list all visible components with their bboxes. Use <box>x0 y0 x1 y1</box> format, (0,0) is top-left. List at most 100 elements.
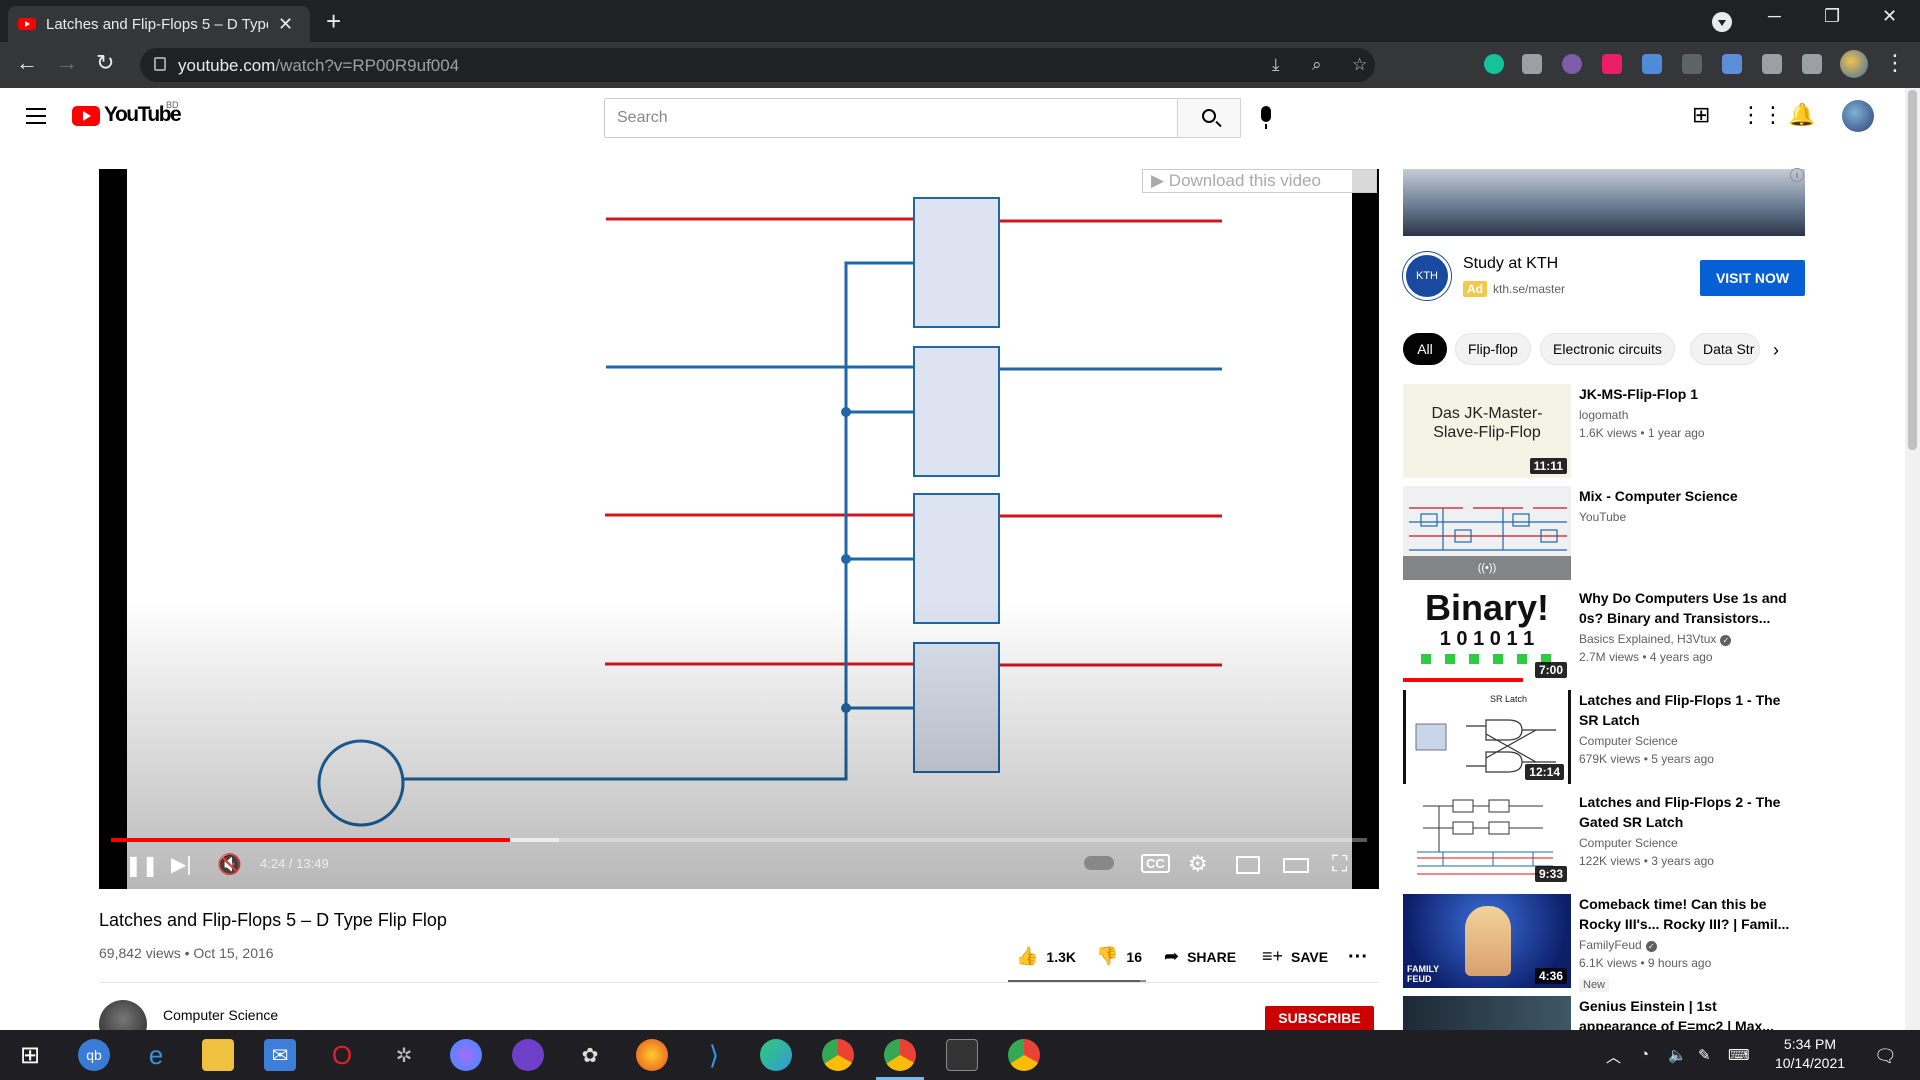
video-player[interactable]: ▶ Download this video ❚❚ ▶| 🔇 4:24 / 13:… <box>99 169 1379 889</box>
volume-icon[interactable]: 🔈 <box>1668 1046 1687 1064</box>
reading-list-icon[interactable] <box>1802 54 1822 74</box>
download-extension-icon[interactable] <box>1642 54 1662 74</box>
pen-icon[interactable]: ✎ <box>1698 1046 1711 1064</box>
search-input[interactable]: Search <box>604 98 1178 138</box>
more-actions-icon[interactable]: ··· <box>1348 946 1368 969</box>
extension-icon-3[interactable] <box>1562 54 1582 74</box>
list-item[interactable]: Binary! 1 0 1 0 1 1 7:00 Why Do Computer… <box>1403 588 1803 684</box>
install-app-icon[interactable]: ⤓ <box>1272 55 1280 75</box>
chip-electronic-circuits[interactable]: Electronic circuits <box>1540 333 1675 365</box>
list-item[interactable]: Genius Einstein | 1st appearance of E=mc… <box>1403 996 1803 1030</box>
scrollbar-thumb[interactable] <box>1908 90 1917 450</box>
qbittorrent-icon[interactable]: qb <box>78 1039 110 1071</box>
bookmark-star-icon[interactable]: ☆ <box>1352 55 1367 75</box>
grammarly-extension-icon[interactable] <box>1484 54 1504 74</box>
search-button[interactable] <box>1177 98 1241 138</box>
address-bar[interactable]: youtube.com/watch?v=RP00R9uf004 ☆ ⌕ ⤓ <box>140 48 1375 82</box>
edge-icon[interactable]: e <box>140 1039 172 1071</box>
video-thumbnail[interactable] <box>1403 996 1571 1030</box>
profile-avatar[interactable] <box>1840 50 1868 78</box>
save-button[interactable]: ≡+ SAVE <box>1262 946 1328 967</box>
ad-advertiser-logo[interactable]: KTH <box>1403 252 1451 300</box>
ad-title[interactable]: Study at KTH <box>1463 255 1558 273</box>
mute-icon[interactable]: 🔇 <box>217 852 242 877</box>
zoom-icon[interactable]: ⌕ <box>1312 55 1322 75</box>
file-explorer-icon[interactable] <box>202 1039 234 1071</box>
notifications-icon[interactable]: 🗨 <box>1874 1046 1897 1067</box>
list-item[interactable]: 9:33 Latches and Flip-Flops 2 - The Gate… <box>1403 792 1803 888</box>
video-thumbnail[interactable]: Binary! 1 0 1 0 1 1 7:00 <box>1403 588 1571 682</box>
share-button[interactable]: ➦ SHARE <box>1164 946 1236 967</box>
app-icon-12[interactable] <box>760 1039 792 1071</box>
like-button[interactable]: 👍 1.3K <box>1016 946 1076 967</box>
list-item[interactable]: SR Latch 12:14 Latches and Flip-Flops 1 … <box>1403 690 1803 786</box>
miniplayer-icon[interactable] <box>1236 856 1260 874</box>
screenshot-extension-icon[interactable] <box>1522 54 1542 74</box>
video-thumbnail[interactable]: ((•)) <box>1403 486 1571 580</box>
app-icon-9[interactable]: ✿ <box>574 1039 606 1071</box>
maximize-icon[interactable]: ❐ <box>1824 6 1840 27</box>
guide-menu-icon[interactable] <box>26 108 46 124</box>
extension-icon-7[interactable] <box>1722 54 1742 74</box>
opera-icon[interactable]: O <box>326 1039 358 1071</box>
windows-start-icon[interactable]: ⊞ <box>14 1039 46 1071</box>
vscode-icon[interactable]: ⟩ <box>698 1039 730 1071</box>
account-avatar[interactable] <box>1842 100 1874 132</box>
new-tab-button[interactable]: + <box>326 6 341 36</box>
terminal-icon[interactable] <box>946 1039 978 1071</box>
autoplay-toggle[interactable] <box>1084 856 1114 870</box>
video-thumbnail[interactable]: SR Latch 12:14 <box>1403 690 1571 784</box>
progress-bar[interactable] <box>111 838 1367 842</box>
list-item[interactable]: FAMILY FEUD 4:36 Comeback time! Can this… <box>1403 894 1803 992</box>
back-icon[interactable]: ← <box>16 50 38 76</box>
download-video-overlay[interactable]: ▶ Download this video <box>1142 169 1377 193</box>
subscribe-button[interactable]: SUBSCRIBE <box>1265 1006 1374 1030</box>
chrome-icon[interactable] <box>822 1039 854 1071</box>
tab-search-icon[interactable] <box>1712 12 1732 32</box>
chip-flip-flop[interactable]: Flip-flop <box>1455 333 1531 365</box>
settings-gear-icon[interactable]: ⚙ <box>1188 851 1208 877</box>
list-item[interactable]: ((•)) Mix - Computer Science YouTube <box>1403 486 1803 582</box>
extension-icon-4[interactable] <box>1602 54 1622 74</box>
next-video-icon[interactable]: ▶| <box>171 852 192 877</box>
ad-banner-image[interactable] <box>1403 169 1805 236</box>
captions-icon[interactable]: CC <box>1141 854 1170 873</box>
chip-all[interactable]: All <box>1403 333 1447 365</box>
create-video-icon[interactable]: ⊞ <box>1692 102 1710 128</box>
list-item[interactable]: Das JK-Master-Slave-Flip-Flop 11:11 JK-M… <box>1403 384 1803 480</box>
pause-icon[interactable]: ❚❚ <box>125 853 159 878</box>
network-icon[interactable]: ◔ <box>1640 1046 1649 1063</box>
ad-info-icon[interactable]: i <box>1790 168 1804 182</box>
extension-icon-6[interactable] <box>1682 54 1702 74</box>
chip-data-structures[interactable]: Data Str <box>1690 333 1760 365</box>
reload-icon[interactable]: ↻ <box>96 50 114 76</box>
app-icon-6[interactable]: ✲ <box>388 1039 420 1071</box>
mail-icon[interactable]: ✉ <box>264 1039 296 1071</box>
apps-icon[interactable]: ⋮⋮ <box>1740 102 1784 128</box>
lock-icon[interactable] <box>154 57 166 71</box>
notifications-bell-icon[interactable]: 🔔 <box>1788 102 1815 128</box>
chrome-profile-icon[interactable] <box>1008 1039 1040 1071</box>
video-thumbnail[interactable]: FAMILY FEUD 4:36 <box>1403 894 1571 988</box>
chevron-right-icon[interactable]: › <box>1773 340 1779 361</box>
visit-now-button[interactable]: VISIT NOW <box>1700 260 1805 296</box>
page-scrollbar[interactable] <box>1905 88 1920 1030</box>
fullscreen-icon[interactable]: ⛶ <box>1332 851 1347 877</box>
chrome-active-icon[interactable] <box>884 1039 916 1071</box>
keyboard-icon[interactable]: ⌨ <box>1728 1046 1750 1064</box>
theater-mode-icon[interactable] <box>1283 858 1309 873</box>
extensions-puzzle-icon[interactable] <box>1762 54 1782 74</box>
voice-search-icon[interactable] <box>1261 106 1271 129</box>
firefox-icon[interactable] <box>636 1039 668 1071</box>
close-window-icon[interactable]: ✕ <box>1882 6 1897 27</box>
video-thumbnail[interactable]: Das JK-Master-Slave-Flip-Flop 11:11 <box>1403 384 1571 478</box>
system-clock[interactable]: 5:34 PM 10/14/2021 <box>1760 1035 1860 1073</box>
dislike-button[interactable]: 👎 16 <box>1096 946 1142 967</box>
github-icon[interactable] <box>512 1039 544 1071</box>
tray-overflow-icon[interactable]: ︿ <box>1606 1046 1621 1067</box>
messenger-icon[interactable] <box>450 1039 482 1071</box>
youtube-logo-icon[interactable] <box>72 106 100 126</box>
forward-icon[interactable]: → <box>56 50 78 76</box>
channel-name[interactable]: Computer Science <box>163 1007 278 1023</box>
url-text[interactable]: youtube.com/watch?v=RP00R9uf004 <box>178 56 459 76</box>
